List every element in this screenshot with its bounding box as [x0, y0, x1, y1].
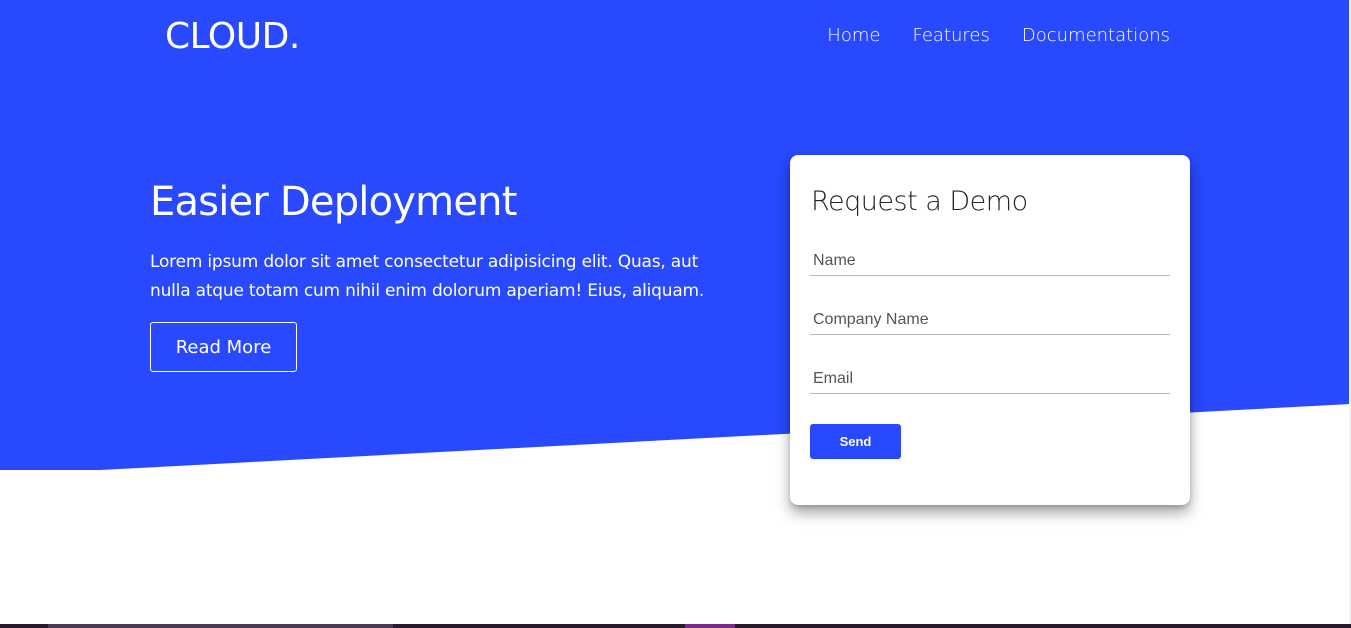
next-section-accent-strip	[685, 624, 735, 628]
main-nav: Home Features Documentations	[827, 25, 1170, 46]
read-more-button[interactable]: Read More	[150, 322, 297, 372]
nav-documentations[interactable]: Documentations	[1022, 25, 1170, 46]
next-section-image-strip	[48, 624, 393, 628]
email-field[interactable]	[810, 364, 1170, 394]
next-section-edge	[0, 624, 1351, 628]
demo-form-title: Request a Demo	[811, 186, 1028, 217]
send-button[interactable]: Send	[810, 424, 901, 459]
company-name-field[interactable]	[810, 305, 1170, 335]
hero-title: Easier Deployment	[150, 179, 517, 225]
name-field[interactable]	[810, 246, 1170, 276]
nav-features[interactable]: Features	[912, 25, 989, 46]
nav-home[interactable]: Home	[827, 25, 880, 46]
demo-request-card: Request a Demo Send	[790, 155, 1190, 505]
logo[interactable]: CLOUD.	[165, 16, 300, 57]
hero-text: Lorem ipsum dolor sit amet consectetur a…	[150, 252, 705, 301]
